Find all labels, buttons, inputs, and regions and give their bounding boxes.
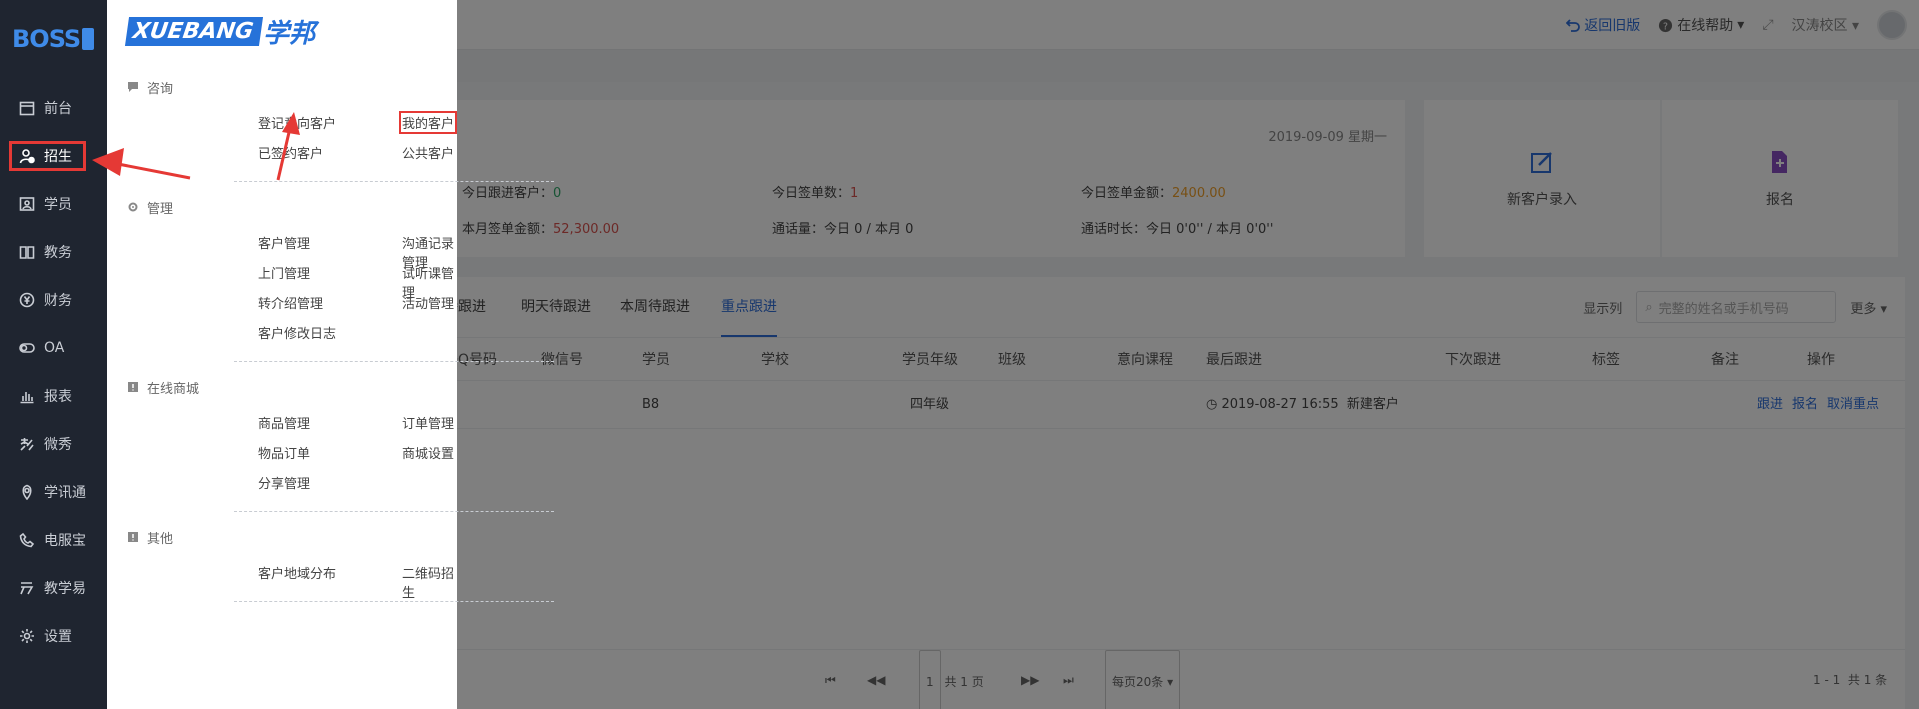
sidebar-item-label: 财务 [44,293,72,309]
menu-customer-region[interactable]: 客户地域分布 [258,563,336,582]
sidebar-item-label: 前台 [44,101,72,117]
sidebar-item-label: 微秀 [44,437,72,453]
sidebar-item-settings[interactable]: 设置 [0,612,107,660]
section-manage: 管理 [127,196,447,218]
menu-qr-recruit[interactable]: 二维码招生 [402,563,457,601]
sidebar-item-oa[interactable]: OA [0,324,107,372]
menu-visit-manage[interactable]: 上门管理 [258,263,310,282]
menu-referral-manage[interactable]: 转介绍管理 [258,293,323,312]
chat-icon [127,81,139,93]
sidebar-item-label: OA [44,340,65,356]
phone-icon [18,531,36,549]
sidebar-item-reports[interactable]: 报表 [0,372,107,420]
menu-item-orders[interactable]: 物品订单 [258,443,310,462]
gear-icon [127,201,139,213]
sidebar-item-dianfubao[interactable]: 电服宝 [0,516,107,564]
sidebar-item-label: 学员 [44,197,72,213]
sidebar-item-recruit[interactable]: 招生 [0,132,107,180]
menu-order-manage[interactable]: 订单管理 [402,413,454,432]
menu-customer-edit-log[interactable]: 客户修改日志 [258,323,336,342]
sidebar-item-students[interactable]: 学员 [0,180,107,228]
id-card-icon [18,195,36,213]
teach-icon [18,579,36,597]
section-title: 咨询 [147,81,174,97]
book-icon [18,243,36,261]
sidebar-item-front-desk[interactable]: 前台 [0,84,107,132]
sidebar-item-label: 教务 [44,245,72,261]
section-other: 其他 [127,526,447,548]
boss-logo: BOSS [12,24,94,54]
section-title: 在线商城 [147,381,200,397]
sidebar: BOSS 前台 招生 学员 教务 财务 OA 报表 微秀 学讯通 电服宝 教学易… [0,0,107,709]
sidebar-item-label: 电服宝 [44,533,86,549]
wechat-show-icon [18,435,36,453]
recruit-flyout-menu: XUEBANG 学邦 咨询 登记意向客户 我的客户 已签约客户 公共客户 管理 客… [107,0,554,709]
divider [234,181,554,182]
sidebar-item-label: 报表 [44,389,72,405]
xuebang-logo: XUEBANG 学邦 [124,12,315,50]
sidebar-item-label: 学讯通 [44,485,86,501]
sidebar-item-jiaoxueyi[interactable]: 教学易 [0,564,107,612]
menu-share-manage[interactable]: 分享管理 [258,473,310,492]
sidebar-item-label: 设置 [44,629,72,645]
menu-my-customers[interactable]: 我的客户 [399,111,457,134]
section-consult: 咨询 [127,76,447,98]
divider [234,601,554,602]
menu-customer-manage[interactable]: 客户管理 [258,233,310,252]
section-title: 其他 [147,531,174,547]
divider [234,511,554,512]
menu-register-prospect[interactable]: 登记意向客户 [258,113,336,132]
highlight-box [9,141,86,171]
gear-icon [18,627,36,645]
sidebar-item-academic[interactable]: 教务 [0,228,107,276]
yen-icon [18,291,36,309]
location-icon [18,483,36,501]
store-icon [127,381,139,393]
menu-public-customers[interactable]: 公共客户 [402,143,454,162]
other-icon [127,531,139,543]
calendar-icon [18,99,36,117]
bar-chart-icon [18,387,36,405]
sidebar-item-xuexuntong[interactable]: 学讯通 [0,468,107,516]
sidebar-nav: 前台 招生 学员 教务 财务 OA 报表 微秀 学讯通 电服宝 教学易 设置 [0,84,107,660]
sidebar-item-weixiu[interactable]: 微秀 [0,420,107,468]
menu-product-manage[interactable]: 商品管理 [258,413,310,432]
divider [234,361,554,362]
menu-store-settings[interactable]: 商城设置 [402,443,454,462]
menu-signed-customers[interactable]: 已签约客户 [258,143,323,162]
section-online-store: 在线商城 [127,376,447,398]
section-title: 管理 [147,201,174,217]
menu-activity-manage[interactable]: 活动管理 [402,293,454,312]
toggle-icon [18,339,36,357]
sidebar-item-label: 教学易 [44,581,86,597]
sidebar-item-finance[interactable]: 财务 [0,276,107,324]
